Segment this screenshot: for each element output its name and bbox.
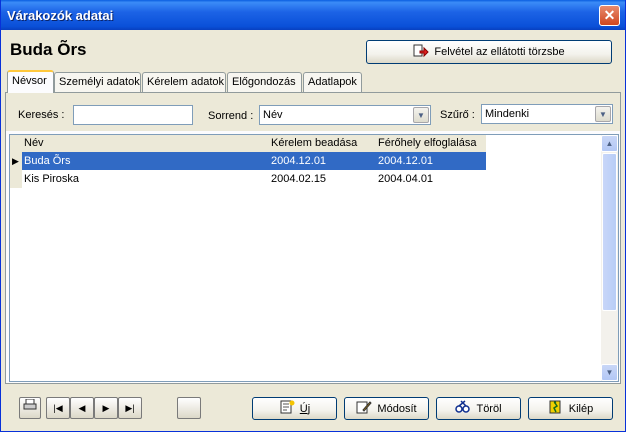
register-client-label: Felvétel az ellátotti törzsbe (434, 46, 565, 58)
waiting-list-table: Név Kérelem beadása Férőhely elfoglalása… (9, 134, 619, 382)
scroll-thumb[interactable] (602, 153, 617, 311)
delete-button[interactable]: Töröl (436, 397, 521, 420)
title-bar: Várakozók adatai ✕ (1, 0, 625, 30)
next-record-button[interactable]: ▶ (94, 397, 118, 419)
edit-icon (356, 400, 373, 417)
window-title: Várakozók adatai (7, 8, 114, 23)
cell-occupied: 2004.04.01 (378, 173, 434, 185)
column-header-occupied[interactable]: Férőhely elfoglalása (378, 137, 476, 149)
tab-label: Névsor (12, 75, 47, 87)
edit-label: Módosít (377, 402, 417, 415)
tab-elogondozas[interactable]: Előgondozás (227, 72, 302, 92)
filter-label: Szűrő : (440, 109, 475, 121)
close-icon: ✕ (603, 7, 616, 23)
close-button[interactable]: ✕ (599, 5, 620, 26)
first-icon: |◀ (53, 403, 63, 413)
last-record-button[interactable]: ▶| (118, 397, 142, 419)
blank-button[interactable] (177, 397, 201, 419)
bottom-toolbar: |◀ ◀ ▶ ▶| Új Módosít Töröl Kilép (5, 388, 621, 428)
tab-label: Adatlapok (308, 76, 357, 88)
next-icon: ▶ (102, 403, 110, 413)
search-input[interactable] (73, 105, 193, 125)
delete-icon (455, 400, 471, 417)
order-value: Név (263, 109, 283, 121)
scroll-down-icon[interactable]: ▼ (601, 364, 618, 381)
column-header-name[interactable]: Név (24, 137, 44, 149)
printer-icon (23, 398, 37, 413)
cell-name: Buda Õrs (24, 155, 71, 167)
tab-label: Előgondozás (232, 76, 296, 88)
vertical-scrollbar[interactable]: ▲ ▼ (601, 135, 618, 381)
filter-value: Mindenki (485, 108, 530, 120)
filter-select[interactable]: Mindenki ▼ (481, 104, 613, 124)
tab-label: Személyi adatok (59, 76, 140, 88)
new-button[interactable]: Új (252, 397, 337, 420)
table-row[interactable]: ▶ Buda Õrs 2004.12.01 2004.12.01 (10, 152, 486, 170)
register-client-button[interactable]: Felvétel az ellátotti törzsbe (366, 40, 612, 64)
column-header-requested[interactable]: Kérelem beadása (271, 137, 357, 149)
person-name: Buda Õrs (10, 40, 87, 59)
scroll-up-icon[interactable]: ▲ (601, 135, 618, 152)
cell-name: Kis Piroska (24, 173, 80, 185)
filter-bar: Keresés : Sorrend : Név ▼ Szűrő : Minden… (6, 93, 620, 131)
table-row[interactable]: Kis Piroska 2004.02.15 2004.04.01 (10, 170, 486, 188)
cell-requested: 2004.12.01 (271, 155, 327, 167)
app-window: Várakozók adatai ✕ Buda Õrs Felvétel az … (0, 0, 626, 432)
exit-button[interactable]: Kilép (528, 397, 613, 420)
print-button[interactable] (19, 397, 41, 419)
tab-label: Kérelem adatok (147, 76, 225, 88)
delete-label: Töröl (476, 402, 502, 415)
table-header: Név Kérelem beadása Férőhely elfoglalása (10, 135, 486, 152)
row-indicator-icon: ▶ (10, 152, 22, 170)
order-select[interactable]: Név ▼ (259, 105, 431, 125)
search-label: Keresés : (18, 109, 65, 121)
first-record-button[interactable]: |◀ (46, 397, 70, 419)
new-label: Új (299, 402, 311, 415)
last-icon: ▶| (125, 403, 135, 413)
tab-adatlapok[interactable]: Adatlapok (303, 72, 362, 92)
tab-szemelyi-adatok[interactable]: Személyi adatok (54, 72, 141, 92)
cell-occupied: 2004.12.01 (378, 155, 434, 167)
nevsor-panel: Keresés : Sorrend : Név ▼ Szűrő : Minden… (5, 92, 621, 384)
edit-button[interactable]: Módosít (344, 397, 429, 420)
chevron-down-icon[interactable]: ▼ (413, 107, 429, 123)
tab-nevsor[interactable]: Névsor (7, 70, 54, 93)
prev-record-button[interactable]: ◀ (70, 397, 94, 419)
exit-label: Kilép (568, 402, 594, 415)
register-arrow-icon (413, 44, 430, 61)
cell-requested: 2004.02.15 (271, 173, 327, 185)
prev-icon: ◀ (78, 403, 86, 413)
new-record-icon (279, 400, 295, 417)
chevron-down-icon[interactable]: ▼ (595, 106, 611, 122)
order-label: Sorrend : (208, 110, 254, 122)
tab-kerelem-adatok[interactable]: Kérelem adatok (142, 72, 226, 92)
exit-door-icon (548, 400, 564, 417)
